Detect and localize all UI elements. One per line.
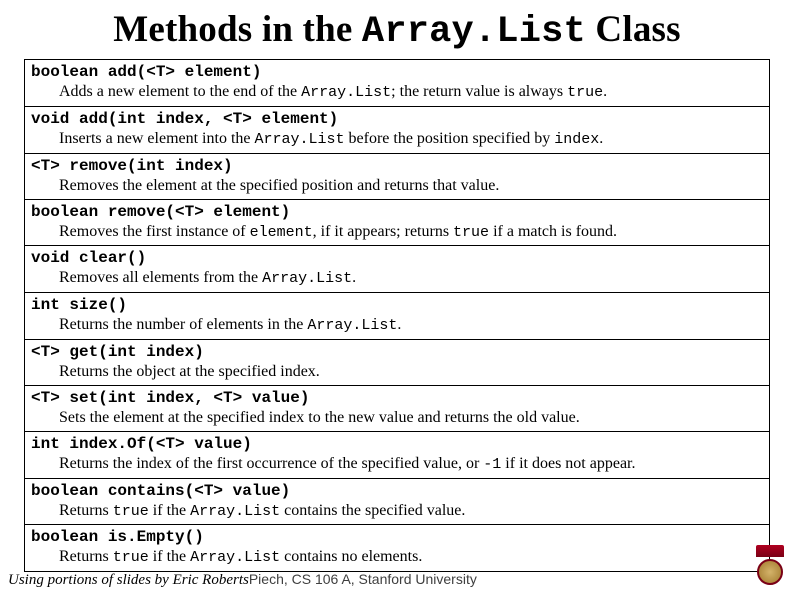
method-row: boolean add(<T> element)Adds a new eleme… <box>25 60 770 107</box>
code-token: Array.List <box>255 131 345 148</box>
method-description: Returns true if the Array.List contains … <box>31 501 763 522</box>
desc-text: before the position specified by <box>345 130 555 147</box>
desc-text: Returns <box>59 548 113 565</box>
method-cell: int size()Returns the number of elements… <box>25 293 770 340</box>
desc-text: . <box>352 269 356 286</box>
code-token: element <box>250 224 313 241</box>
desc-text: Removes the element at the specified pos… <box>59 177 499 194</box>
method-cell: boolean is.Empty()Returns true if the Ar… <box>25 525 770 572</box>
desc-text: if the <box>149 548 190 565</box>
method-signature: boolean remove(<T> element) <box>31 203 290 221</box>
method-description: Returns the number of elements in the Ar… <box>31 315 763 336</box>
desc-text: Inserts a new element into the <box>59 130 255 147</box>
method-description: Removes the element at the specified pos… <box>31 176 763 196</box>
method-cell: boolean remove(<T> element)Removes the f… <box>25 199 770 246</box>
method-row: void add(int index, <T> element)Inserts … <box>25 106 770 153</box>
desc-text: . <box>603 83 607 100</box>
code-token: Array.List <box>190 503 280 520</box>
desc-text: ; the return value is always <box>391 83 567 100</box>
code-token: Array.List <box>190 549 280 566</box>
title-suffix: Class <box>586 9 681 50</box>
logo-seal <box>757 559 783 585</box>
method-row: boolean is.Empty()Returns true if the Ar… <box>25 525 770 572</box>
code-token: Array.List <box>307 317 397 334</box>
desc-text: Returns the object at the specified inde… <box>59 363 320 380</box>
code-token: true <box>567 84 603 101</box>
desc-text: contains the specified value. <box>280 502 465 519</box>
method-row: boolean remove(<T> element)Removes the f… <box>25 199 770 246</box>
method-description: Returns the index of the first occurrenc… <box>31 454 763 475</box>
desc-text: Returns the number of elements in the <box>59 316 307 333</box>
desc-text: Returns the index of the first occurrenc… <box>59 455 483 472</box>
method-signature: boolean is.Empty() <box>31 528 204 546</box>
code-token: -1 <box>483 456 501 473</box>
method-row: <T> get(int index) Returns the object at … <box>25 339 770 385</box>
method-signature: void add(int index, <T> element) <box>31 110 338 128</box>
code-token: Array.List <box>262 270 352 287</box>
footer: Using portions of slides by Eric Roberts… <box>8 571 477 589</box>
code-token: Array.List <box>301 84 391 101</box>
method-cell: boolean contains(<T> value)Returns true … <box>25 478 770 525</box>
methods-table: boolean add(<T> element)Adds a new eleme… <box>24 59 770 572</box>
code-token: true <box>453 224 489 241</box>
desc-text: Adds a new element to the end of the <box>59 83 301 100</box>
title-code: Array.List <box>362 11 586 53</box>
method-row: int index.Of(<T> value) Returns the index… <box>25 431 770 478</box>
method-cell: void add(int index, <T> element)Inserts … <box>25 106 770 153</box>
desc-text: Sets the element at the specified index … <box>59 409 580 426</box>
footer-course: Piech, CS 106 A, Stanford University <box>249 571 477 587</box>
method-cell: <T> get(int index) Returns the object at … <box>25 339 770 385</box>
method-cell: boolean add(<T> element)Adds a new eleme… <box>25 60 770 107</box>
desc-text: if the <box>149 502 190 519</box>
desc-text: if it does not appear. <box>501 455 635 472</box>
method-signature: void clear() <box>31 249 146 267</box>
slide-title: Methods in the Array.List Class <box>24 8 770 53</box>
desc-text: if a match is found. <box>489 223 617 240</box>
method-description: Returns true if the Array.List contains … <box>31 547 763 568</box>
method-row: void clear()Removes all elements from th… <box>25 246 770 293</box>
method-signature: <T> remove(int index) <box>31 157 233 175</box>
code-token: index <box>554 131 599 148</box>
desc-text: contains no elements. <box>280 548 422 565</box>
stanford-logo <box>756 545 784 587</box>
title-prefix: Methods in the <box>113 9 362 50</box>
method-description: Sets the element at the specified index … <box>31 408 763 428</box>
method-description: Inserts a new element into the Array.Lis… <box>31 129 763 150</box>
desc-text: , if it appears; returns <box>313 223 453 240</box>
desc-text: Removes the first instance of <box>59 223 250 240</box>
method-row: <T> set(int index, <T> value) Sets the el… <box>25 385 770 431</box>
method-signature: int index.Of(<T> value) <box>31 435 252 453</box>
method-signature: boolean add(<T> element) <box>31 63 261 81</box>
code-token: true <box>113 503 149 520</box>
method-row: int size()Returns the number of elements… <box>25 293 770 340</box>
slide-container: Methods in the Array.List Class boolean … <box>0 0 794 572</box>
method-description: Removes the first instance of element, i… <box>31 222 763 243</box>
method-description: Removes all elements from the Array.List… <box>31 268 763 289</box>
desc-text: . <box>599 130 603 147</box>
method-signature: boolean contains(<T> value) <box>31 482 290 500</box>
method-row: boolean contains(<T> value)Returns true … <box>25 478 770 525</box>
desc-text: . <box>397 316 401 333</box>
method-signature: int size() <box>31 296 127 314</box>
method-signature: <T> set(int index, <T> value) <box>31 389 309 407</box>
method-signature: <T> get(int index) <box>31 343 204 361</box>
method-cell: void clear()Removes all elements from th… <box>25 246 770 293</box>
method-row: <T> remove(int index) Removes the element… <box>25 153 770 199</box>
desc-text: Removes all elements from the <box>59 269 262 286</box>
method-cell: int index.Of(<T> value) Returns the index… <box>25 431 770 478</box>
desc-text: Returns <box>59 502 113 519</box>
method-cell: <T> remove(int index) Removes the element… <box>25 153 770 199</box>
logo-banner <box>756 545 784 557</box>
method-cell: <T> set(int index, <T> value) Sets the el… <box>25 385 770 431</box>
footer-attribution: Using portions of slides by Eric Roberts <box>8 572 249 588</box>
method-description: Returns the object at the specified inde… <box>31 362 763 382</box>
code-token: true <box>113 549 149 566</box>
method-description: Adds a new element to the end of the Arr… <box>31 82 763 103</box>
